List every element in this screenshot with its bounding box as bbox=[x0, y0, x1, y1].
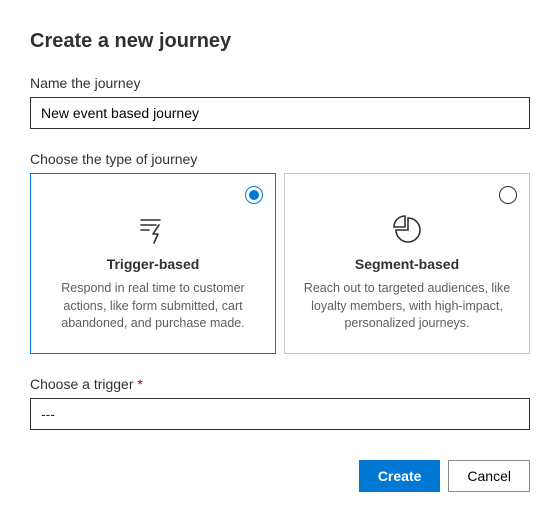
name-field-block: Name the journey bbox=[30, 75, 530, 129]
trigger-icon bbox=[137, 214, 169, 246]
journey-name-input[interactable] bbox=[30, 97, 530, 129]
radio-trigger-based[interactable] bbox=[245, 186, 263, 204]
cancel-button[interactable]: Cancel bbox=[448, 460, 530, 492]
card-description: Respond in real time to customer actions… bbox=[49, 280, 257, 333]
create-button[interactable]: Create bbox=[359, 460, 441, 492]
type-section: Choose the type of journey Trigger-based… bbox=[30, 151, 530, 354]
card-trigger-based[interactable]: Trigger-based Respond in real time to cu… bbox=[30, 173, 276, 354]
trigger-select-value: --- bbox=[41, 406, 55, 422]
card-segment-based[interactable]: Segment-based Reach out to targeted audi… bbox=[284, 173, 530, 354]
name-field-label: Name the journey bbox=[30, 75, 530, 91]
radio-segment-based[interactable] bbox=[499, 186, 517, 204]
trigger-field-block: Choose a trigger * --- bbox=[30, 376, 530, 430]
trigger-select[interactable]: --- bbox=[30, 398, 530, 430]
trigger-field-label: Choose a trigger * bbox=[30, 376, 530, 392]
type-cards: Trigger-based Respond in real time to cu… bbox=[30, 173, 530, 354]
type-section-label: Choose the type of journey bbox=[30, 151, 530, 167]
required-asterisk: * bbox=[137, 376, 142, 392]
segment-icon bbox=[391, 214, 423, 246]
trigger-label-text: Choose a trigger bbox=[30, 376, 134, 392]
card-description: Reach out to targeted audiences, like lo… bbox=[303, 280, 511, 333]
dialog-title: Create a new journey bbox=[30, 30, 530, 53]
card-title: Segment-based bbox=[303, 256, 511, 272]
radio-dot bbox=[249, 190, 259, 200]
dialog-footer: Create Cancel bbox=[30, 460, 530, 492]
card-title: Trigger-based bbox=[49, 256, 257, 272]
